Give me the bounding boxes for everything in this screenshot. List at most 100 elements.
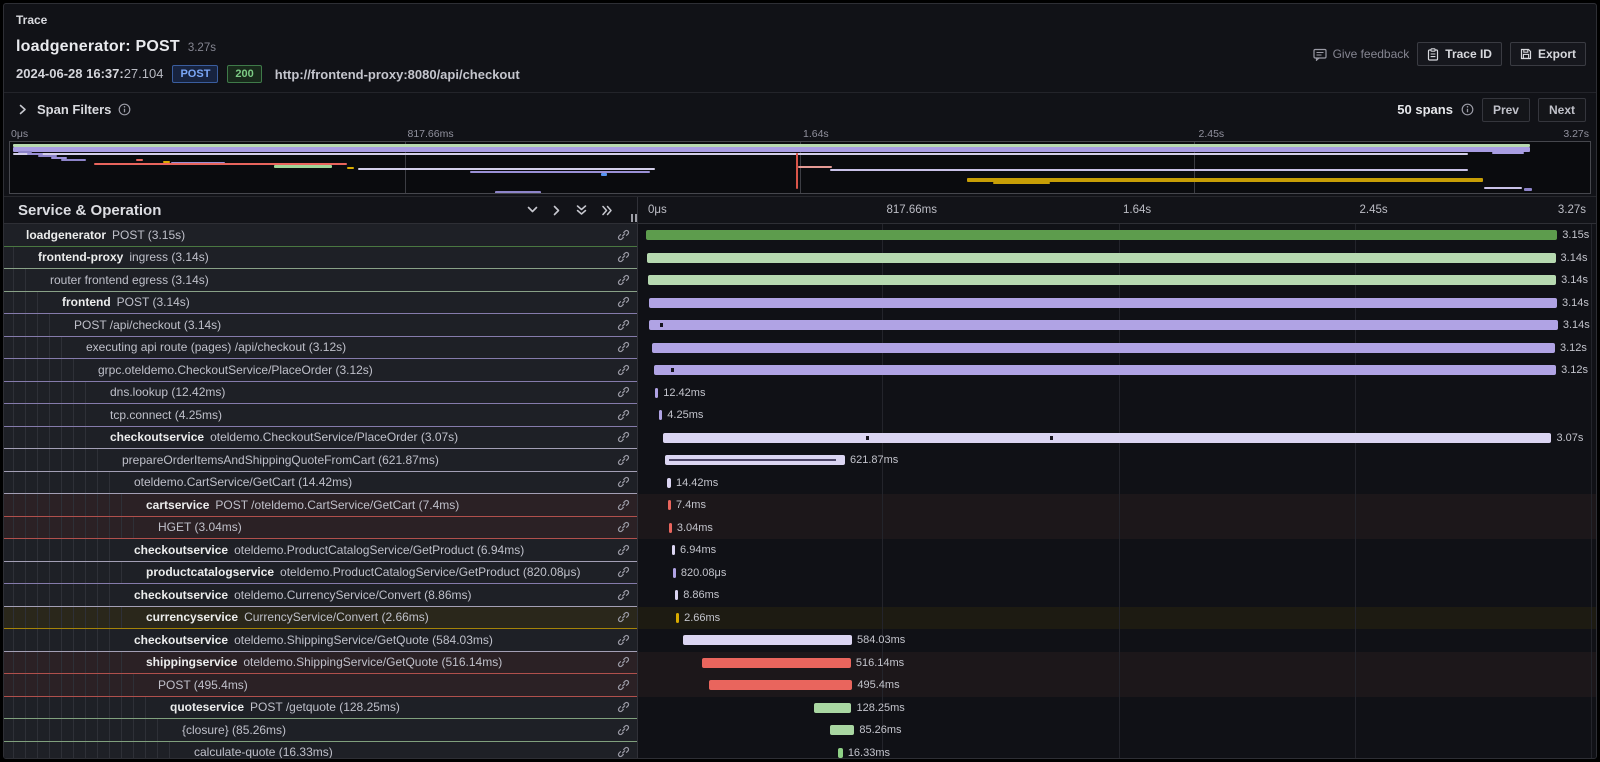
prev-button[interactable]: Prev [1482,98,1530,122]
span-bar-cell[interactable]: 6.94ms [637,539,1596,562]
span-bar-cell[interactable]: 621.87ms [637,449,1596,472]
span-bar-cell[interactable]: 16.33ms [637,742,1596,759]
span-duration-bar[interactable] [675,590,678,600]
span-duration-bar[interactable] [655,388,659,398]
span-link-icon[interactable] [617,746,630,758]
span-link-icon[interactable] [617,588,630,601]
span-link-icon[interactable] [617,453,630,466]
span-name-cell[interactable]: currencyservice CurrencyService/Convert … [4,607,637,630]
span-duration-bar[interactable] [709,680,852,690]
span-name-cell[interactable]: oteldemo.CartService/GetCart (14.42ms) [4,472,637,495]
span-name-cell[interactable]: {closure} (85.26ms) [4,719,637,742]
span-duration-bar[interactable] [649,298,1557,308]
span-bar-cell[interactable]: 3.15s [637,224,1596,247]
collapse-one-icon[interactable] [527,206,538,214]
minimap-canvas[interactable] [9,141,1591,194]
span-name-cell[interactable]: loadgenerator POST (3.15s) [4,224,637,247]
span-link-icon[interactable] [617,318,630,331]
span-link-icon[interactable] [617,656,630,669]
column-resize-handle[interactable] [631,214,637,222]
span-name-cell[interactable]: dns.lookup (12.42ms) [4,382,637,405]
span-bar-cell[interactable]: 584.03ms [637,629,1596,652]
span-name-cell[interactable]: cartservice POST /oteldemo.CartService/G… [4,494,637,517]
span-name-cell[interactable]: checkoutservice oteldemo.CurrencyService… [4,584,637,607]
span-name-cell[interactable]: POST (495.4ms) [4,674,637,697]
span-bar-cell[interactable]: 7.4ms [637,494,1596,517]
span-duration-bar[interactable] [669,523,672,533]
span-duration-bar[interactable] [646,230,1557,240]
span-link-icon[interactable] [617,566,630,579]
span-name-cell[interactable]: frontend POST (3.14s) [4,292,637,315]
span-name-cell[interactable]: checkoutservice oteldemo.ShippingService… [4,629,637,652]
span-bar-cell[interactable]: 3.14s [637,269,1596,292]
span-bar-cell[interactable]: 3.14s [637,314,1596,337]
span-name-cell[interactable]: grpc.oteldemo.CheckoutService/PlaceOrder… [4,359,637,382]
span-duration-bar[interactable] [663,433,1551,443]
span-link-icon[interactable] [617,678,630,691]
span-bar-cell[interactable]: 4.25ms [637,404,1596,427]
span-duration-bar[interactable] [667,478,671,488]
span-link-icon[interactable] [617,723,630,736]
span-bar-cell[interactable]: 3.12s [637,359,1596,382]
span-duration-bar[interactable] [702,658,851,668]
span-name-cell[interactable]: tcp.connect (4.25ms) [4,404,637,427]
span-link-icon[interactable] [617,341,630,354]
span-link-icon[interactable] [617,408,630,421]
give-feedback-link[interactable]: Give feedback [1313,47,1410,61]
span-link-icon[interactable] [617,633,630,646]
span-name-cell[interactable]: router frontend egress (3.14s) [4,269,637,292]
span-bar-cell[interactable]: 3.04ms [637,517,1596,540]
span-name-cell[interactable]: checkoutservice oteldemo.ProductCatalogS… [4,539,637,562]
span-bar-cell[interactable]: 85.26ms [637,719,1596,742]
span-link-icon[interactable] [617,251,630,264]
next-button[interactable]: Next [1538,98,1586,122]
span-link-icon[interactable] [617,386,630,399]
span-bar-cell[interactable]: 8.86ms [637,584,1596,607]
span-bar-cell[interactable]: 3.12s [637,337,1596,360]
span-duration-bar[interactable] [652,343,1555,353]
expand-one-icon[interactable] [553,205,561,216]
span-duration-bar[interactable] [830,725,855,735]
span-name-cell[interactable]: quoteservice POST /getquote (128.25ms) [4,697,637,720]
span-bar-cell[interactable]: 3.07s [637,427,1596,450]
span-duration-bar[interactable] [648,275,1556,285]
span-link-icon[interactable] [617,296,630,309]
span-name-cell[interactable]: productcatalogservice oteldemo.ProductCa… [4,562,637,585]
span-link-icon[interactable] [617,228,630,241]
span-bar-cell[interactable]: 2.66ms [637,607,1596,630]
span-name-cell[interactable]: frontend-proxy ingress (3.14s) [4,247,637,270]
span-duration-bar[interactable] [683,635,852,645]
span-bar-cell[interactable]: 495.4ms [637,674,1596,697]
span-link-icon[interactable] [617,431,630,444]
export-button[interactable]: Export [1510,42,1586,66]
span-name-cell[interactable]: shippingservice oteldemo.ShippingService… [4,652,637,675]
span-link-icon[interactable] [617,498,630,511]
span-duration-bar[interactable] [838,748,843,758]
span-link-icon[interactable] [617,476,630,489]
span-duration-bar[interactable] [668,500,671,510]
span-link-icon[interactable] [617,543,630,556]
span-bar-cell[interactable]: 820.08μs [637,562,1596,585]
span-duration-bar[interactable] [676,613,679,623]
span-link-icon[interactable] [617,273,630,286]
span-duration-bar[interactable] [654,365,1557,375]
span-name-cell[interactable]: executing api route (pages) /api/checkou… [4,337,637,360]
span-link-icon[interactable] [617,611,630,624]
span-bar-cell[interactable]: 3.14s [637,292,1596,315]
span-link-icon[interactable] [617,521,630,534]
expand-all-icon[interactable] [602,205,613,216]
span-bar-cell[interactable]: 516.14ms [637,652,1596,675]
span-duration-bar[interactable] [659,410,662,420]
span-bar-cell[interactable]: 12.42ms [637,382,1596,405]
span-bar-cell[interactable]: 14.42ms [637,472,1596,495]
span-bar-cell[interactable]: 3.14s [637,247,1596,270]
span-name-cell[interactable]: POST /api/checkout (3.14s) [4,314,637,337]
span-duration-bar[interactable] [665,455,845,465]
trace-id-button[interactable]: Trace ID [1417,42,1502,66]
span-name-cell[interactable]: calculate-quote (16.33ms) [4,742,637,759]
span-duration-bar[interactable] [647,253,1555,263]
span-duration-bar[interactable] [672,545,675,555]
chevron-right-icon[interactable] [18,104,27,115]
span-name-cell[interactable]: checkoutservice oteldemo.CheckoutService… [4,427,637,450]
span-name-cell[interactable]: HGET (3.04ms) [4,517,637,540]
